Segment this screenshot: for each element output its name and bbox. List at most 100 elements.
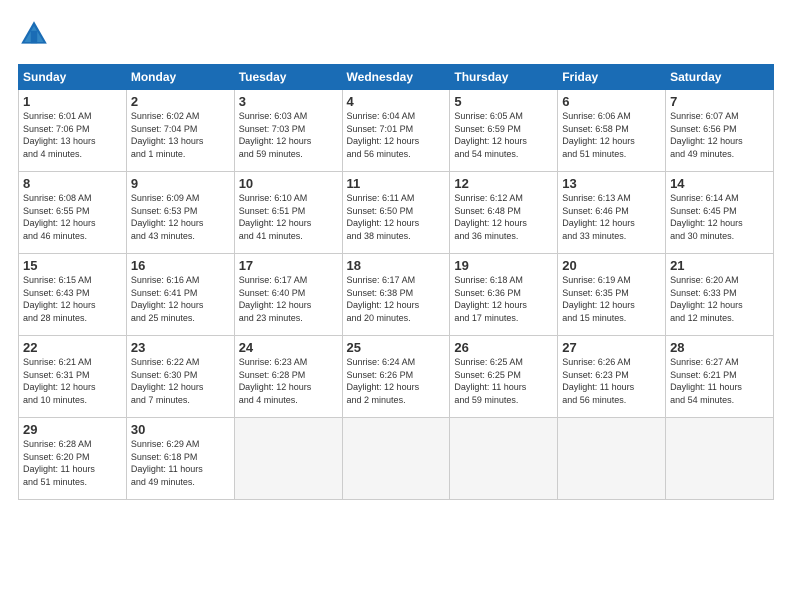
day-number: 8 — [23, 176, 122, 191]
day-info: Sunrise: 6:10 AM Sunset: 6:51 PM Dayligh… — [239, 192, 338, 242]
calendar-cell: 17Sunrise: 6:17 AM Sunset: 6:40 PM Dayli… — [234, 254, 342, 336]
calendar-cell: 3Sunrise: 6:03 AM Sunset: 7:03 PM Daylig… — [234, 90, 342, 172]
calendar-cell: 21Sunrise: 6:20 AM Sunset: 6:33 PM Dayli… — [666, 254, 774, 336]
calendar-cell: 19Sunrise: 6:18 AM Sunset: 6:36 PM Dayli… — [450, 254, 558, 336]
day-number: 17 — [239, 258, 338, 273]
calendar-weekday: Saturday — [666, 65, 774, 90]
day-number: 18 — [347, 258, 446, 273]
calendar-cell: 12Sunrise: 6:12 AM Sunset: 6:48 PM Dayli… — [450, 172, 558, 254]
day-number: 23 — [131, 340, 230, 355]
day-number: 7 — [670, 94, 769, 109]
day-info: Sunrise: 6:02 AM Sunset: 7:04 PM Dayligh… — [131, 110, 230, 160]
day-number: 27 — [562, 340, 661, 355]
day-number: 3 — [239, 94, 338, 109]
day-info: Sunrise: 6:05 AM Sunset: 6:59 PM Dayligh… — [454, 110, 553, 160]
calendar-cell: 30Sunrise: 6:29 AM Sunset: 6:18 PM Dayli… — [126, 418, 234, 500]
calendar-weekday: Friday — [558, 65, 666, 90]
day-info: Sunrise: 6:29 AM Sunset: 6:18 PM Dayligh… — [131, 438, 230, 488]
day-info: Sunrise: 6:12 AM Sunset: 6:48 PM Dayligh… — [454, 192, 553, 242]
day-info: Sunrise: 6:22 AM Sunset: 6:30 PM Dayligh… — [131, 356, 230, 406]
day-info: Sunrise: 6:07 AM Sunset: 6:56 PM Dayligh… — [670, 110, 769, 160]
day-number: 2 — [131, 94, 230, 109]
calendar-weekday: Thursday — [450, 65, 558, 90]
day-number: 19 — [454, 258, 553, 273]
day-number: 9 — [131, 176, 230, 191]
day-info: Sunrise: 6:25 AM Sunset: 6:25 PM Dayligh… — [454, 356, 553, 406]
day-info: Sunrise: 6:28 AM Sunset: 6:20 PM Dayligh… — [23, 438, 122, 488]
day-info: Sunrise: 6:09 AM Sunset: 6:53 PM Dayligh… — [131, 192, 230, 242]
day-number: 6 — [562, 94, 661, 109]
calendar-cell: 27Sunrise: 6:26 AM Sunset: 6:23 PM Dayli… — [558, 336, 666, 418]
day-number: 15 — [23, 258, 122, 273]
day-info: Sunrise: 6:19 AM Sunset: 6:35 PM Dayligh… — [562, 274, 661, 324]
calendar-week-row: 29Sunrise: 6:28 AM Sunset: 6:20 PM Dayli… — [19, 418, 774, 500]
calendar-weekday: Tuesday — [234, 65, 342, 90]
calendar-cell: 26Sunrise: 6:25 AM Sunset: 6:25 PM Dayli… — [450, 336, 558, 418]
page: SundayMondayTuesdayWednesdayThursdayFrid… — [0, 0, 792, 612]
day-number: 22 — [23, 340, 122, 355]
calendar-cell — [342, 418, 450, 500]
day-info: Sunrise: 6:01 AM Sunset: 7:06 PM Dayligh… — [23, 110, 122, 160]
calendar-cell: 20Sunrise: 6:19 AM Sunset: 6:35 PM Dayli… — [558, 254, 666, 336]
day-info: Sunrise: 6:27 AM Sunset: 6:21 PM Dayligh… — [670, 356, 769, 406]
calendar-weekday: Wednesday — [342, 65, 450, 90]
day-info: Sunrise: 6:17 AM Sunset: 6:38 PM Dayligh… — [347, 274, 446, 324]
calendar-cell — [450, 418, 558, 500]
day-info: Sunrise: 6:14 AM Sunset: 6:45 PM Dayligh… — [670, 192, 769, 242]
day-number: 21 — [670, 258, 769, 273]
calendar-cell: 28Sunrise: 6:27 AM Sunset: 6:21 PM Dayli… — [666, 336, 774, 418]
calendar-cell: 2Sunrise: 6:02 AM Sunset: 7:04 PM Daylig… — [126, 90, 234, 172]
day-number: 13 — [562, 176, 661, 191]
calendar-cell: 8Sunrise: 6:08 AM Sunset: 6:55 PM Daylig… — [19, 172, 127, 254]
day-number: 14 — [670, 176, 769, 191]
calendar-week-row: 1Sunrise: 6:01 AM Sunset: 7:06 PM Daylig… — [19, 90, 774, 172]
day-info: Sunrise: 6:20 AM Sunset: 6:33 PM Dayligh… — [670, 274, 769, 324]
day-number: 16 — [131, 258, 230, 273]
calendar-cell: 5Sunrise: 6:05 AM Sunset: 6:59 PM Daylig… — [450, 90, 558, 172]
calendar-cell: 18Sunrise: 6:17 AM Sunset: 6:38 PM Dayli… — [342, 254, 450, 336]
header — [18, 18, 774, 50]
day-number: 25 — [347, 340, 446, 355]
day-info: Sunrise: 6:15 AM Sunset: 6:43 PM Dayligh… — [23, 274, 122, 324]
day-number: 29 — [23, 422, 122, 437]
calendar-cell: 24Sunrise: 6:23 AM Sunset: 6:28 PM Dayli… — [234, 336, 342, 418]
day-number: 1 — [23, 94, 122, 109]
calendar-cell: 4Sunrise: 6:04 AM Sunset: 7:01 PM Daylig… — [342, 90, 450, 172]
calendar-cell — [558, 418, 666, 500]
day-number: 4 — [347, 94, 446, 109]
day-number: 12 — [454, 176, 553, 191]
calendar-cell: 23Sunrise: 6:22 AM Sunset: 6:30 PM Dayli… — [126, 336, 234, 418]
day-number: 20 — [562, 258, 661, 273]
calendar-cell — [666, 418, 774, 500]
day-info: Sunrise: 6:06 AM Sunset: 6:58 PM Dayligh… — [562, 110, 661, 160]
day-number: 30 — [131, 422, 230, 437]
calendar-cell: 22Sunrise: 6:21 AM Sunset: 6:31 PM Dayli… — [19, 336, 127, 418]
calendar-week-row: 15Sunrise: 6:15 AM Sunset: 6:43 PM Dayli… — [19, 254, 774, 336]
logo — [18, 18, 56, 50]
day-info: Sunrise: 6:18 AM Sunset: 6:36 PM Dayligh… — [454, 274, 553, 324]
calendar-cell: 7Sunrise: 6:07 AM Sunset: 6:56 PM Daylig… — [666, 90, 774, 172]
day-number: 10 — [239, 176, 338, 191]
day-info: Sunrise: 6:04 AM Sunset: 7:01 PM Dayligh… — [347, 110, 446, 160]
calendar-cell: 1Sunrise: 6:01 AM Sunset: 7:06 PM Daylig… — [19, 90, 127, 172]
calendar-week-row: 8Sunrise: 6:08 AM Sunset: 6:55 PM Daylig… — [19, 172, 774, 254]
day-info: Sunrise: 6:03 AM Sunset: 7:03 PM Dayligh… — [239, 110, 338, 160]
day-info: Sunrise: 6:11 AM Sunset: 6:50 PM Dayligh… — [347, 192, 446, 242]
day-number: 28 — [670, 340, 769, 355]
calendar-cell: 14Sunrise: 6:14 AM Sunset: 6:45 PM Dayli… — [666, 172, 774, 254]
calendar-cell: 16Sunrise: 6:16 AM Sunset: 6:41 PM Dayli… — [126, 254, 234, 336]
day-number: 24 — [239, 340, 338, 355]
calendar-header-row: SundayMondayTuesdayWednesdayThursdayFrid… — [19, 65, 774, 90]
day-info: Sunrise: 6:21 AM Sunset: 6:31 PM Dayligh… — [23, 356, 122, 406]
day-number: 11 — [347, 176, 446, 191]
calendar-cell: 6Sunrise: 6:06 AM Sunset: 6:58 PM Daylig… — [558, 90, 666, 172]
calendar-cell: 11Sunrise: 6:11 AM Sunset: 6:50 PM Dayli… — [342, 172, 450, 254]
day-info: Sunrise: 6:17 AM Sunset: 6:40 PM Dayligh… — [239, 274, 338, 324]
day-info: Sunrise: 6:16 AM Sunset: 6:41 PM Dayligh… — [131, 274, 230, 324]
day-info: Sunrise: 6:13 AM Sunset: 6:46 PM Dayligh… — [562, 192, 661, 242]
day-info: Sunrise: 6:23 AM Sunset: 6:28 PM Dayligh… — [239, 356, 338, 406]
day-number: 5 — [454, 94, 553, 109]
logo-icon — [18, 18, 50, 50]
calendar-cell: 10Sunrise: 6:10 AM Sunset: 6:51 PM Dayli… — [234, 172, 342, 254]
calendar-cell — [234, 418, 342, 500]
